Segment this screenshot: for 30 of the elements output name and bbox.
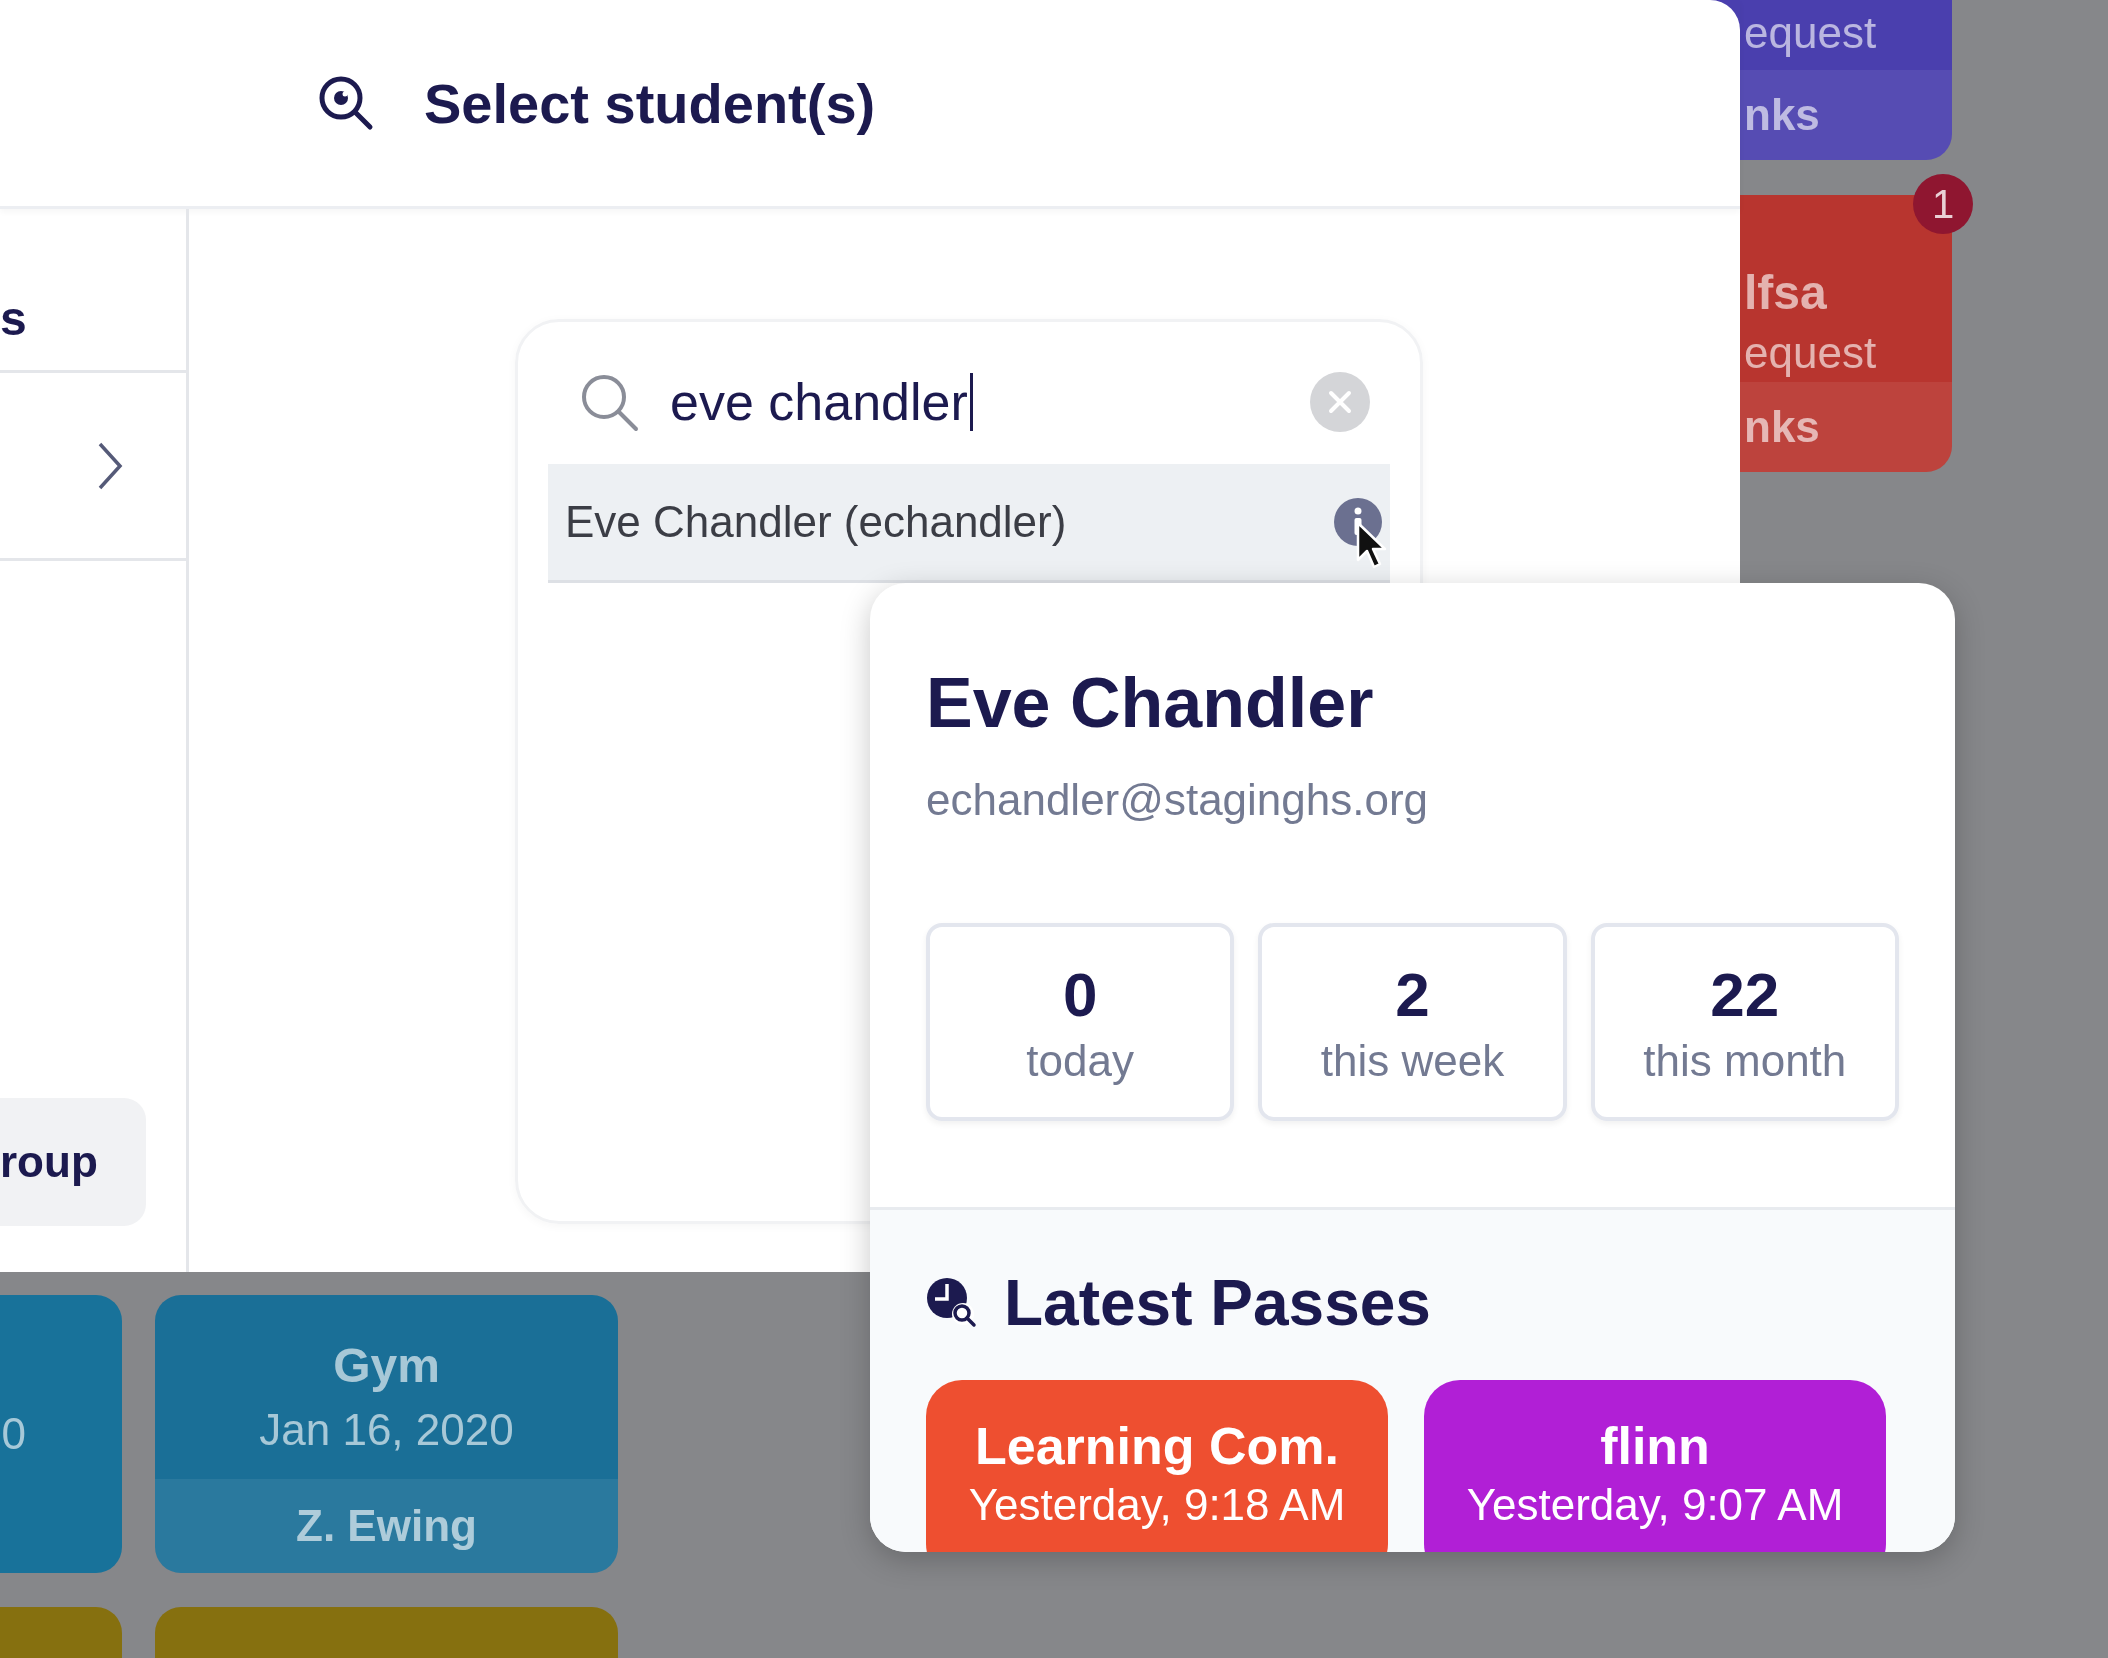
pass-subtitle: 0 <box>1 1408 27 1460</box>
stat-value: 2 <box>1395 958 1430 1030</box>
clock-search-icon <box>926 1277 978 1329</box>
clear-icon <box>1310 372 1370 432</box>
search-result[interactable]: Eve Chandler (echandler) <box>548 464 1390 583</box>
stat-value: 0 <box>1062 958 1098 1030</box>
student-email: echandler@staginghs.org <box>926 775 1430 825</box>
modal-title: Select student(s) <box>424 70 876 136</box>
section-title: Latest Passes <box>1004 1266 1431 1340</box>
search-field[interactable]: eve chandler <box>548 352 1390 452</box>
pass-title: lfsa <box>1743 265 1828 321</box>
pass-time: Yesterday, 9:18 AM <box>968 1480 1346 1530</box>
student-name: Eve Chandler <box>926 663 1375 743</box>
stat-label: this month <box>1643 1035 1847 1086</box>
stat-value: 22 <box>1710 958 1780 1030</box>
pass-footer: Z. Ewing <box>155 1479 618 1573</box>
pass-destination: flinn <box>1600 1416 1710 1476</box>
stat-label: today <box>1026 1035 1134 1086</box>
pass-subtitle: Jan 16, 2020 <box>259 1404 514 1456</box>
pass-subtitle: equest <box>1743 7 1878 59</box>
group-button[interactable]: roup <box>0 1098 146 1226</box>
pass-time: Yesterday, 9:07 AM <box>1466 1480 1844 1530</box>
count-badge: 1 <box>1913 174 1973 234</box>
pass-destination: Learning Com. <box>975 1416 1339 1476</box>
pass-card[interactable]: flinn Yesterday, 9:07 AM <box>1424 1380 1886 1552</box>
pass-card[interactable]: Learning Com. Yesterday, 9:18 AM <box>926 1380 1388 1552</box>
pass-subtitle: equest <box>1743 327 1878 379</box>
stat-label: this week <box>1320 1035 1505 1086</box>
sidebar-heading: s <box>0 209 186 373</box>
pass-title: Gym <box>333 1338 440 1394</box>
